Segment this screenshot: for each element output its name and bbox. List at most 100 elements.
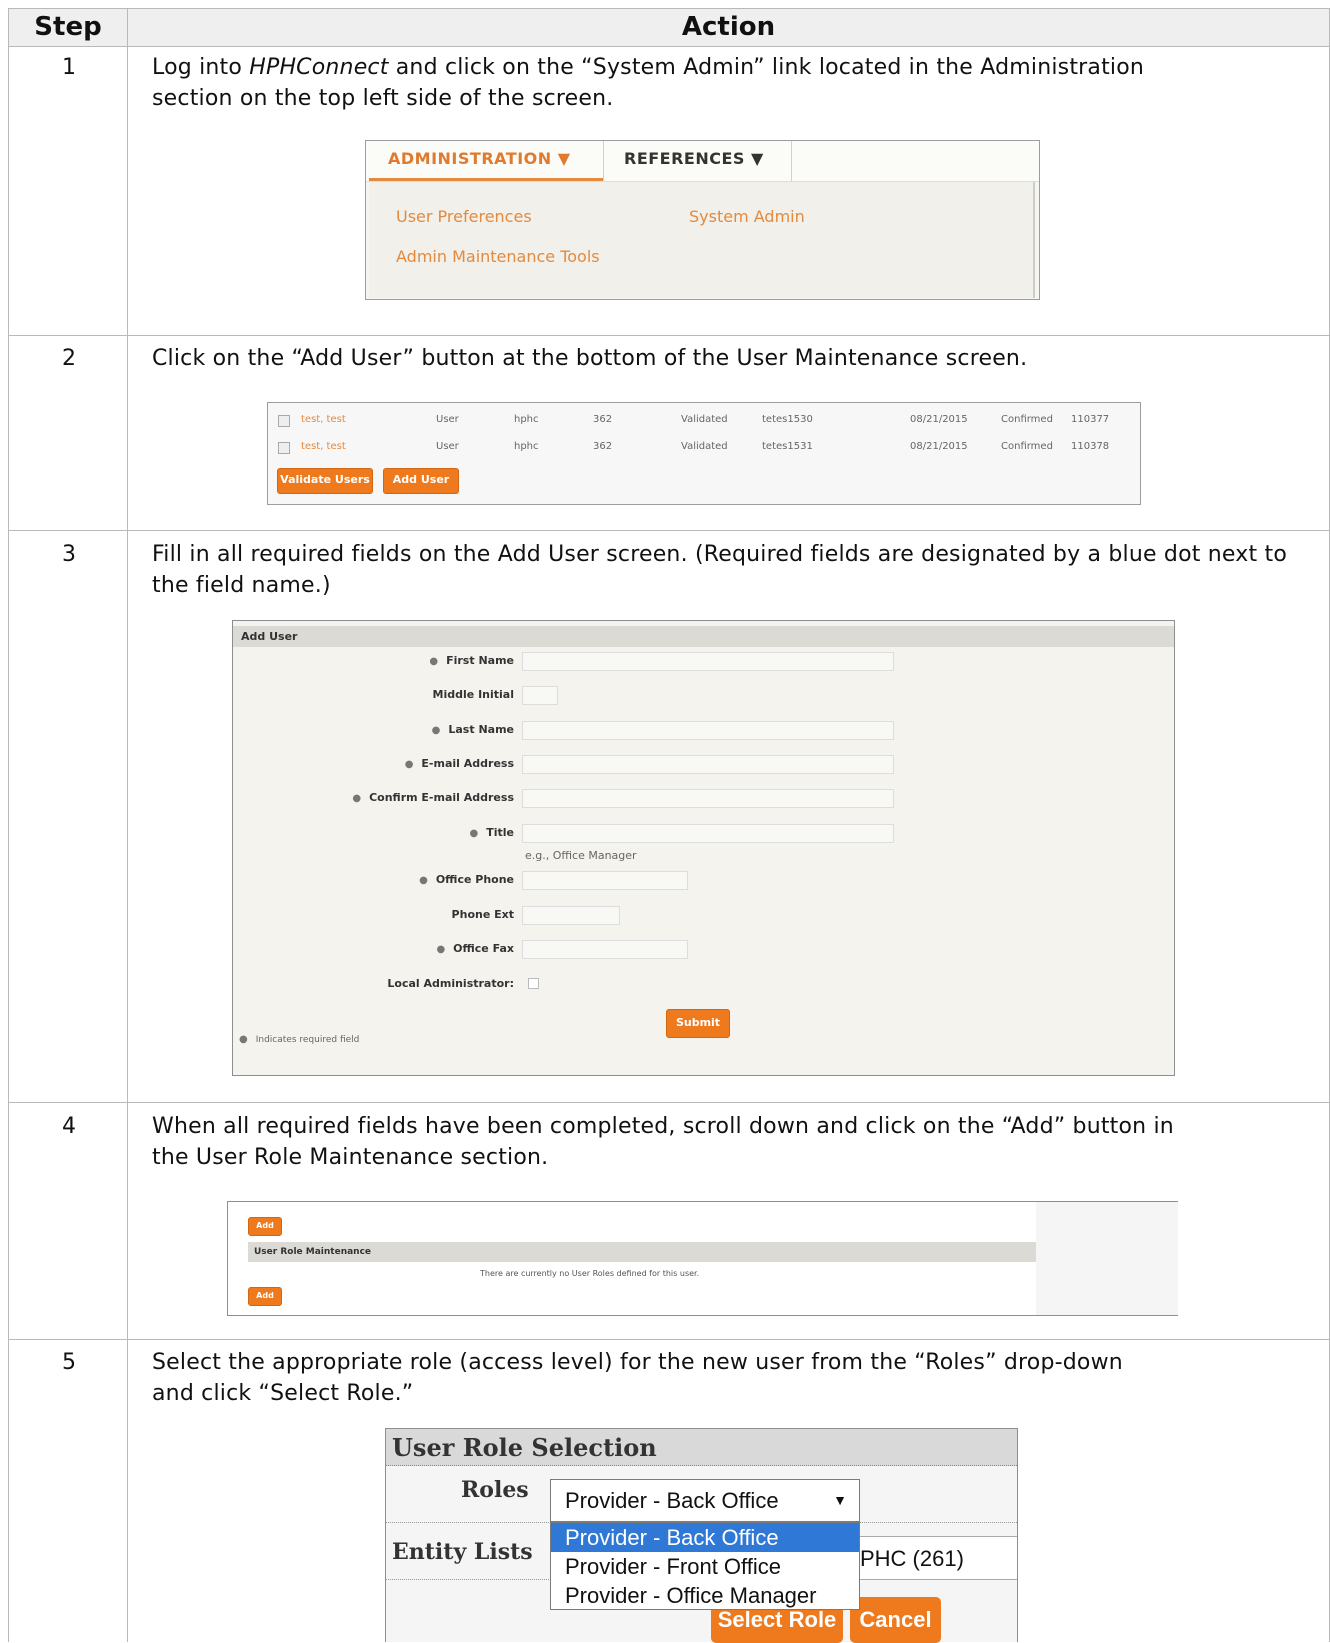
step-5-line2: and click “Select Role.”: [152, 1381, 414, 1406]
cell-status: Validated: [681, 441, 728, 452]
table-row: test, test User hphc 362 Validated tetes…: [268, 408, 1140, 432]
submit-button[interactable]: Submit: [666, 1009, 730, 1038]
dropdown-arrow-icon: ▼: [833, 1492, 847, 1508]
middle-initial-field[interactable]: [522, 686, 558, 705]
row-checkbox[interactable]: [278, 442, 290, 454]
roles-dropdown-list: Provider - Back Office Provider - Front …: [550, 1522, 860, 1610]
cell-org: hphc: [514, 414, 539, 425]
middle-initial-label: Middle Initial: [432, 688, 514, 701]
roles-selected-value: Provider - Back Office: [565, 1488, 779, 1513]
last-name-label: ● Last Name: [431, 723, 514, 736]
cell-id: 110378: [1071, 441, 1110, 452]
first-name-field[interactable]: [522, 652, 894, 671]
row-divider: [8, 1339, 1330, 1340]
required-dot-icon: ●: [469, 828, 479, 839]
table-border-header: [8, 46, 1330, 47]
cell-number: 362: [593, 414, 613, 425]
user-role-maintenance-screenshot: Add User Role Maintenance There are curr…: [227, 1201, 1178, 1316]
role-option[interactable]: Provider - Office Manager: [551, 1581, 859, 1610]
table-row: test, test User hphc 362 Validated tetes…: [268, 435, 1140, 459]
cell-org: hphc: [514, 441, 539, 452]
role-option[interactable]: Provider - Back Office: [551, 1523, 859, 1552]
roles-select[interactable]: Provider - Back Office ▼: [550, 1479, 860, 1522]
row-checkbox[interactable]: [278, 415, 290, 427]
menu-bar: ADMINISTRATION ▼ REFERENCES ▼: [366, 141, 1039, 182]
active-tab-underline: [369, 178, 603, 181]
cell-date: 08/21/2015: [910, 441, 968, 452]
app-name: HPHConnect: [249, 55, 389, 80]
validate-users-button[interactable]: Validate Users: [277, 468, 373, 494]
user-name-link[interactable]: test, test: [301, 414, 346, 425]
form-title: Add User: [233, 626, 1174, 647]
cell-date: 08/21/2015: [910, 414, 968, 425]
cell-number: 362: [593, 441, 613, 452]
admin-menu-panel: User Preferences System Admin Admin Main…: [369, 182, 1035, 298]
cell-confirmed: Confirmed: [1001, 414, 1053, 425]
row-divider: [8, 530, 1330, 531]
tab-divider: [603, 141, 604, 181]
user-maintenance-screenshot: test, test User hphc 362 Validated tetes…: [267, 402, 1141, 505]
role-option[interactable]: Provider - Front Office: [551, 1552, 859, 1581]
step-2-text: Click on the “Add User” button at the bo…: [152, 346, 1028, 371]
required-dot-icon: ●: [431, 725, 441, 736]
add-user-form-screenshot: Add User ● First Name Middle Initial ● Las…: [232, 620, 1175, 1076]
header-step: Step: [34, 12, 102, 42]
step-number: 5: [62, 1350, 76, 1375]
email-field[interactable]: [522, 755, 894, 774]
title-label: ● Title: [469, 826, 515, 839]
step-number: 3: [62, 542, 76, 567]
table-border-left: [8, 8, 9, 1642]
required-dot-icon: ●: [239, 1034, 248, 1045]
required-dot-icon: ●: [352, 793, 362, 804]
step-5-line1: Select the appropriate role (access leve…: [152, 1350, 1123, 1375]
column-divider: [127, 8, 128, 1642]
required-dot-icon: ●: [429, 656, 439, 667]
entity-lists-label: Entity Lists: [392, 1539, 533, 1565]
admin-menu-screenshot: ADMINISTRATION ▼ REFERENCES ▼ User Prefe…: [365, 140, 1040, 300]
last-name-field[interactable]: [522, 721, 894, 740]
admin-maintenance-tools-link[interactable]: Admin Maintenance Tools: [396, 247, 600, 266]
cancel-button[interactable]: Cancel: [850, 1597, 941, 1643]
confirm-email-field[interactable]: [522, 789, 894, 808]
phone-ext-field[interactable]: [522, 906, 620, 925]
office-phone-field[interactable]: [522, 871, 688, 890]
user-preferences-link[interactable]: User Preferences: [396, 207, 532, 226]
cell-login: tetes1530: [762, 414, 813, 425]
section-header: User Role Maintenance: [248, 1242, 1036, 1262]
cell-type: User: [436, 441, 459, 452]
add-role-button[interactable]: Add: [248, 1287, 282, 1306]
cell-login: tetes1531: [762, 441, 813, 452]
office-phone-label: ● Office Phone: [419, 873, 514, 886]
office-fax-label: ● Office Fax: [436, 942, 514, 955]
required-dot-icon: ●: [436, 944, 446, 955]
roles-label: Roles: [461, 1477, 529, 1503]
office-fax-field[interactable]: [522, 940, 688, 959]
step-4-line1: When all required fields have been compl…: [152, 1114, 1174, 1139]
step-number: 1: [62, 55, 76, 80]
email-label: ● E-mail Address: [404, 757, 514, 770]
tab-references[interactable]: REFERENCES ▼: [624, 149, 764, 168]
cell-type: User: [436, 414, 459, 425]
local-admin-label: Local Administrator:: [387, 977, 514, 990]
user-role-selection-screenshot: User Role Selection Roles Entity Lists P…: [385, 1428, 1018, 1643]
tab-divider: [791, 141, 792, 181]
panel-title: User Role Selection: [386, 1429, 1017, 1466]
step-4-line2: the User Role Maintenance section.: [152, 1145, 549, 1170]
cell-id: 110377: [1071, 414, 1110, 425]
step-number: 4: [62, 1114, 76, 1139]
step-3-text: Fill in all required fields on the Add U…: [152, 539, 1302, 601]
title-field[interactable]: [522, 824, 894, 843]
step-number: 2: [62, 346, 76, 371]
step-1-pre: Log into: [152, 55, 250, 80]
step-3-line2: the field name.): [152, 573, 331, 598]
side-panel: [1036, 1202, 1178, 1315]
user-name-link[interactable]: test, test: [301, 441, 346, 452]
add-user-button[interactable]: Add User: [383, 468, 459, 494]
add-role-button[interactable]: Add: [248, 1217, 282, 1236]
system-admin-link[interactable]: System Admin: [689, 207, 805, 226]
step-1-post: and click on the “System Admin” link loc…: [388, 55, 1145, 80]
table-border-top: [8, 8, 1330, 9]
tab-administration[interactable]: ADMINISTRATION ▼: [388, 149, 571, 168]
required-dot-icon: ●: [404, 759, 414, 770]
local-admin-checkbox[interactable]: [528, 978, 539, 989]
